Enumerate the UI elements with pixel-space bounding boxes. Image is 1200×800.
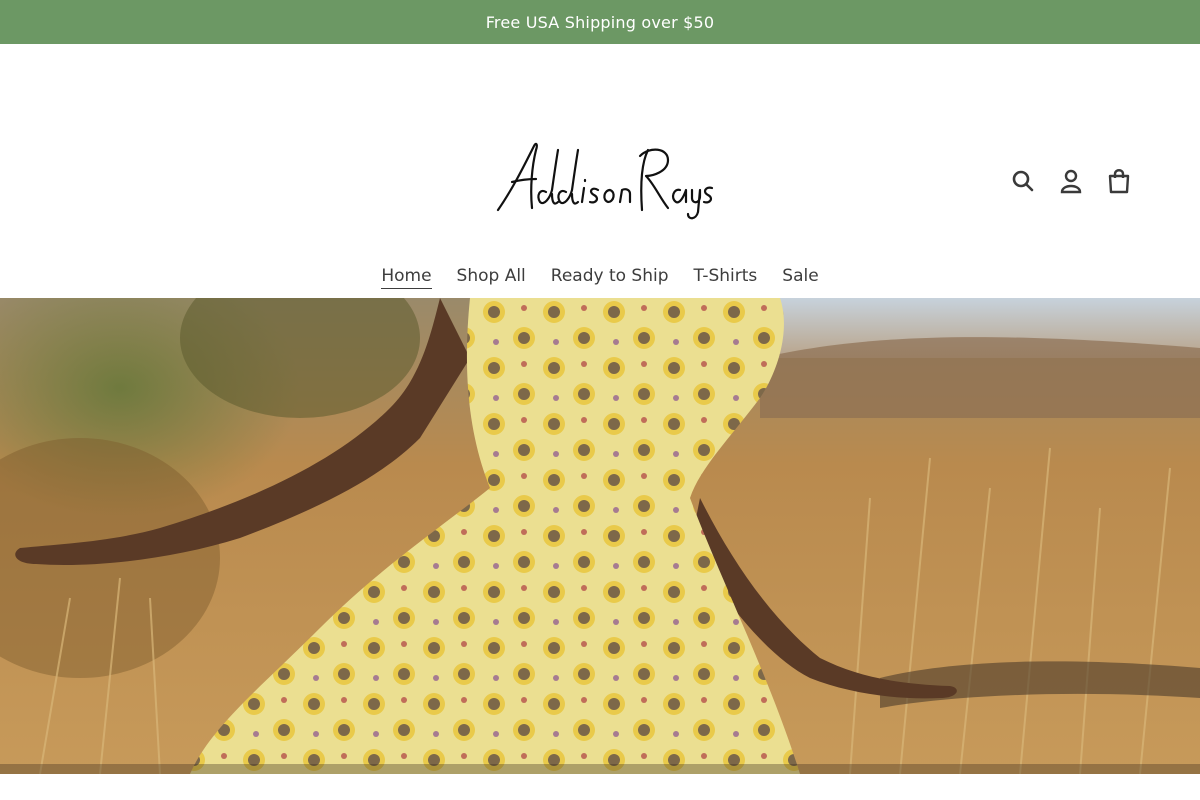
nav-sale[interactable]: Sale (782, 266, 818, 289)
site-header: Home Shop All Ready to Ship T-Shirts Sal… (0, 44, 1200, 298)
main-navigation: Home Shop All Ready to Ship T-Shirts Sal… (0, 266, 1200, 289)
cart-icon[interactable] (1104, 164, 1134, 198)
nav-shop-all[interactable]: Shop All (457, 266, 526, 289)
announcement-bar: Free USA Shipping over $50 (0, 0, 1200, 44)
hero-banner-image[interactable] (0, 298, 1200, 774)
nav-home[interactable]: Home (381, 266, 432, 289)
search-icon[interactable] (1008, 164, 1038, 198)
nav-ready-to-ship[interactable]: Ready to Ship (551, 266, 669, 289)
store-logo[interactable] (490, 132, 714, 222)
header-icons (1008, 164, 1134, 198)
announcement-text: Free USA Shipping over $50 (485, 12, 715, 32)
account-icon[interactable] (1056, 164, 1086, 198)
nav-t-shirts[interactable]: T-Shirts (694, 266, 758, 289)
